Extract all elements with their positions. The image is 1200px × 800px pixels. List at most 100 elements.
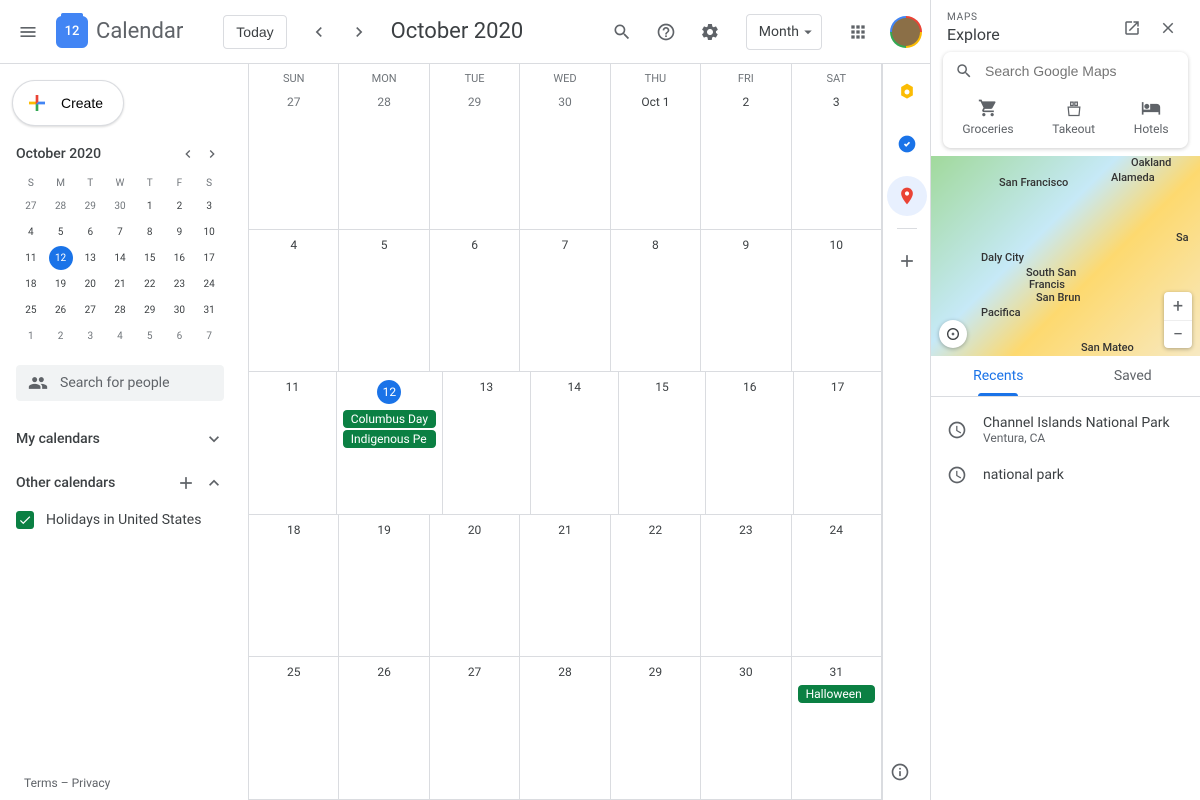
my-calendars-section[interactable]: My calendars [8,417,232,461]
day-cell[interactable]: 20 [430,515,520,657]
day-cell[interactable]: 10 [792,230,882,372]
mini-day[interactable]: 8 [138,220,162,244]
mini-day[interactable]: 17 [197,246,221,270]
mini-day[interactable]: 18 [19,272,43,296]
mini-day[interactable]: 3 [197,194,221,218]
day-cell[interactable]: 13 [443,372,531,514]
mini-day[interactable]: 2 [49,324,73,348]
search-people-input[interactable]: Search for people [16,365,224,401]
calendar-holidays[interactable]: Holidays in United States [8,505,232,535]
day-cell[interactable]: 27 [430,657,520,799]
day-cell[interactable]: 21 [520,515,610,657]
add-addon-button[interactable] [887,241,927,281]
add-icon[interactable] [176,473,196,493]
day-cell[interactable]: 23 [701,515,791,657]
day-cell[interactable]: 17 [794,372,882,514]
mini-day[interactable]: 28 [49,194,73,218]
tasks-addon[interactable] [887,124,927,164]
mini-day[interactable]: 23 [167,272,191,296]
mini-day[interactable]: 29 [138,298,162,322]
help-button[interactable] [646,12,686,52]
mini-day[interactable]: 27 [78,298,102,322]
info-button[interactable] [880,752,920,792]
mini-day[interactable]: 27 [19,194,43,218]
mini-day[interactable]: 26 [49,298,73,322]
day-cell[interactable]: 9 [701,230,791,372]
day-cell[interactable]: 28 [339,87,429,229]
maps-search-input[interactable] [985,63,1176,79]
next-month-button[interactable] [339,12,379,52]
mini-day[interactable]: 1 [19,324,43,348]
privacy-link[interactable]: Privacy [72,776,111,790]
day-cell[interactable]: 30 [520,87,610,229]
mini-day[interactable]: 5 [138,324,162,348]
mini-day[interactable]: 16 [167,246,191,270]
day-cell[interactable]: 6 [430,230,520,372]
mini-day[interactable]: 25 [19,298,43,322]
event-chip[interactable]: Columbus Day [343,410,436,428]
day-cell[interactable]: 7 [520,230,610,372]
mini-day[interactable]: 7 [197,324,221,348]
mini-day[interactable]: 3 [78,324,102,348]
recent-item[interactable]: national park [931,455,1200,495]
mini-day[interactable]: 31 [197,298,221,322]
keep-addon[interactable] [887,72,927,112]
day-cell[interactable]: 12Columbus DayIndigenous Pe [337,372,443,514]
day-cell[interactable]: 27 [249,87,339,229]
tab-saved[interactable]: Saved [1066,356,1200,396]
view-switcher[interactable]: Month [746,14,822,50]
day-cell[interactable]: 22 [611,515,701,657]
category-takeout[interactable]: Takeout [1052,98,1095,136]
mini-day[interactable]: 19 [49,272,73,296]
mini-day[interactable]: 28 [108,298,132,322]
mini-day[interactable]: 6 [78,220,102,244]
day-cell[interactable]: 8 [611,230,701,372]
apps-button[interactable] [838,12,878,52]
prev-month-button[interactable] [299,12,339,52]
mini-day[interactable]: 20 [78,272,102,296]
mini-day[interactable]: 11 [19,246,43,270]
day-cell[interactable]: 19 [339,515,429,657]
today-button[interactable]: Today [223,15,286,49]
mini-day[interactable]: 24 [197,272,221,296]
mini-day[interactable]: 22 [138,272,162,296]
map-preview[interactable]: + − San FranciscoAlamedaDaly CitySouth S… [931,156,1200,356]
day-cell[interactable]: 15 [619,372,707,514]
close-panel-button[interactable] [1152,12,1184,44]
recenter-button[interactable] [939,320,967,348]
tab-recents[interactable]: Recents [931,356,1066,396]
day-cell[interactable]: 31Halloween [792,657,882,799]
mini-day[interactable]: 21 [108,272,132,296]
mini-day[interactable]: 1 [138,194,162,218]
search-button[interactable] [602,12,642,52]
checkbox-checked-icon[interactable] [16,511,34,529]
category-hotels[interactable]: Hotels [1134,98,1169,136]
mini-day[interactable]: 2 [167,194,191,218]
mini-day[interactable]: 15 [138,246,162,270]
mini-next-button[interactable] [200,142,224,166]
day-cell[interactable]: 30 [701,657,791,799]
mini-day[interactable]: 5 [49,220,73,244]
maps-addon[interactable] [887,176,927,216]
settings-button[interactable] [690,12,730,52]
recent-item[interactable]: Channel Islands National ParkVentura, CA [931,405,1200,455]
mini-day[interactable]: 14 [108,246,132,270]
mini-day[interactable]: 6 [167,324,191,348]
mini-day[interactable]: 9 [167,220,191,244]
zoom-in-button[interactable]: + [1164,292,1192,320]
day-cell[interactable]: 29 [611,657,701,799]
mini-day[interactable]: 7 [108,220,132,244]
day-cell[interactable]: 4 [249,230,339,372]
day-cell[interactable]: 3 [792,87,882,229]
other-calendars-section[interactable]: Other calendars [8,461,232,505]
day-cell[interactable]: 16 [706,372,794,514]
mini-prev-button[interactable] [176,142,200,166]
day-cell[interactable]: 26 [339,657,429,799]
create-button[interactable]: Create [12,80,124,126]
mini-day[interactable]: 13 [78,246,102,270]
day-cell[interactable]: 28 [520,657,610,799]
mini-day[interactable]: 29 [78,194,102,218]
day-cell[interactable]: 18 [249,515,339,657]
day-cell[interactable]: 2 [701,87,791,229]
zoom-out-button[interactable]: − [1164,320,1192,348]
